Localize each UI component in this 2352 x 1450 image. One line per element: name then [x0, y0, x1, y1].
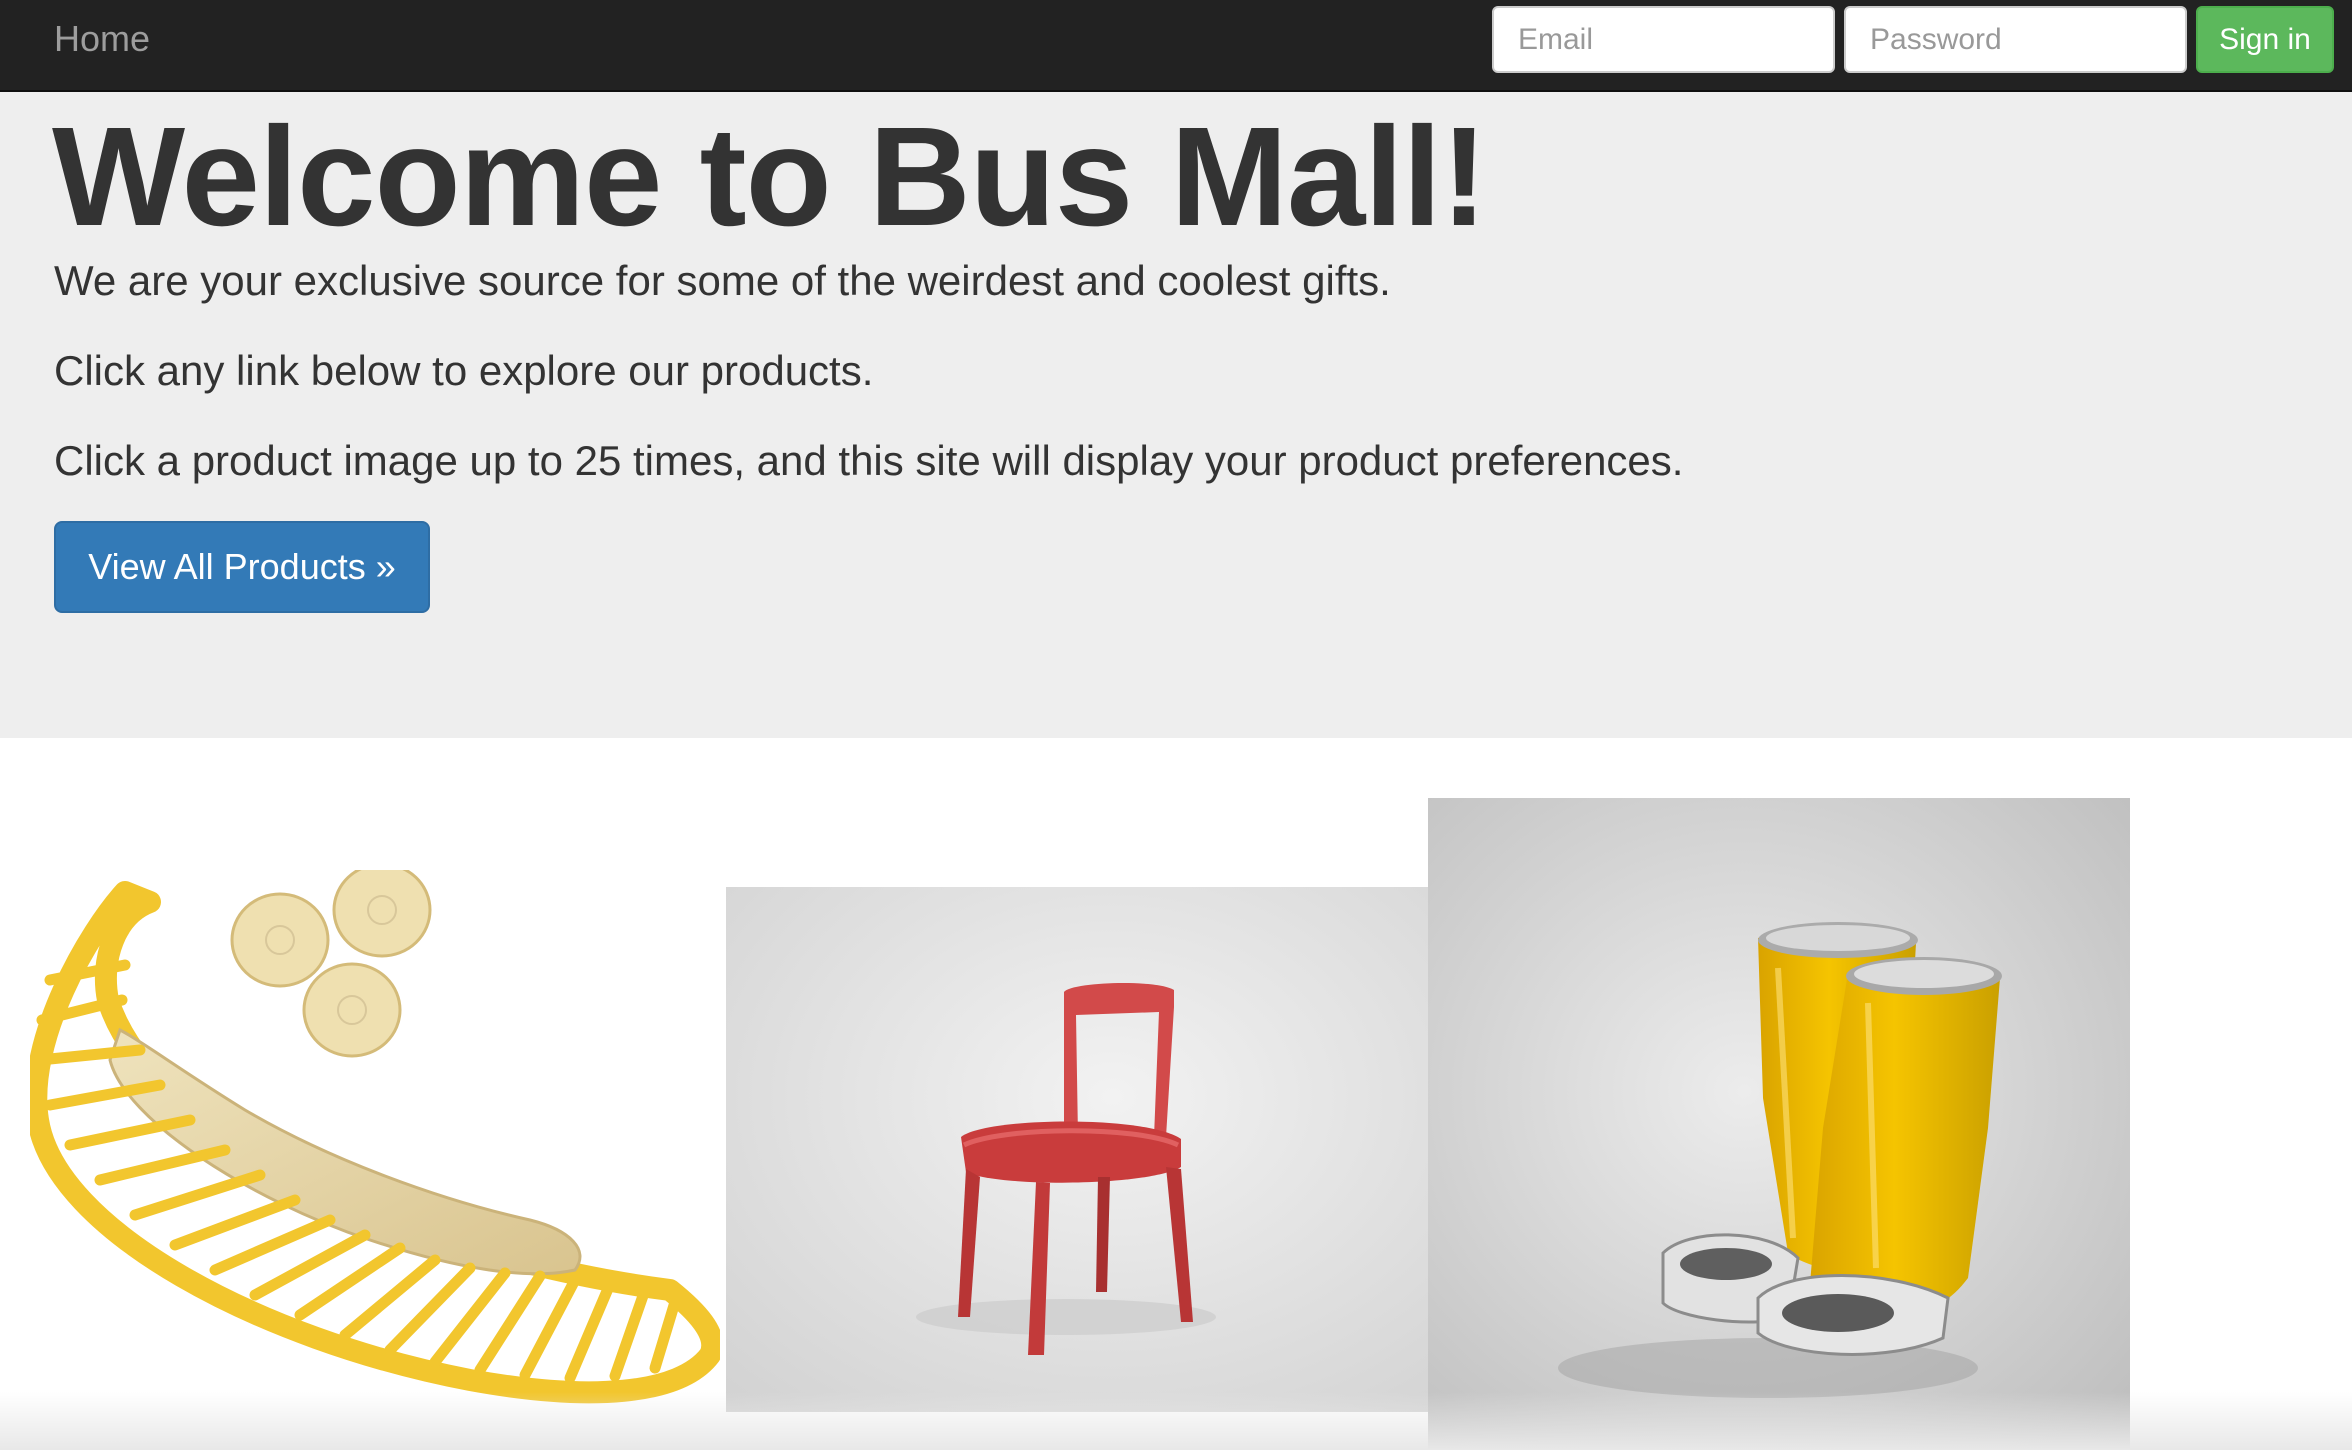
- product-image-boots[interactable]: [1428, 798, 2130, 1450]
- home-link[interactable]: Home: [54, 18, 150, 60]
- jumbotron: Welcome to Bus Mall! We are your exclusi…: [0, 92, 2352, 738]
- explore-text: Click any link below to explore our prod…: [54, 347, 874, 394]
- banana-slicer-image: [30, 870, 720, 1404]
- password-field[interactable]: [1844, 6, 2187, 73]
- email-field[interactable]: [1492, 6, 1835, 73]
- sign-in-button[interactable]: Sign in: [2196, 6, 2334, 73]
- top-navbar: Home Sign in: [0, 0, 2352, 92]
- product-image-banana[interactable]: [30, 870, 720, 1410]
- intro-text: We are your exclusive source for some of…: [54, 257, 1391, 304]
- view-all-products-button[interactable]: View All Products »: [54, 521, 430, 613]
- red-chair-image: [726, 887, 1428, 1412]
- page-title: Welcome to Bus Mall!: [52, 97, 1488, 255]
- product-image-chair[interactable]: [726, 887, 1428, 1412]
- instructions-text: Click a product image up to 25 times, an…: [54, 437, 1684, 484]
- yellow-boots-image: [1428, 798, 2130, 1450]
